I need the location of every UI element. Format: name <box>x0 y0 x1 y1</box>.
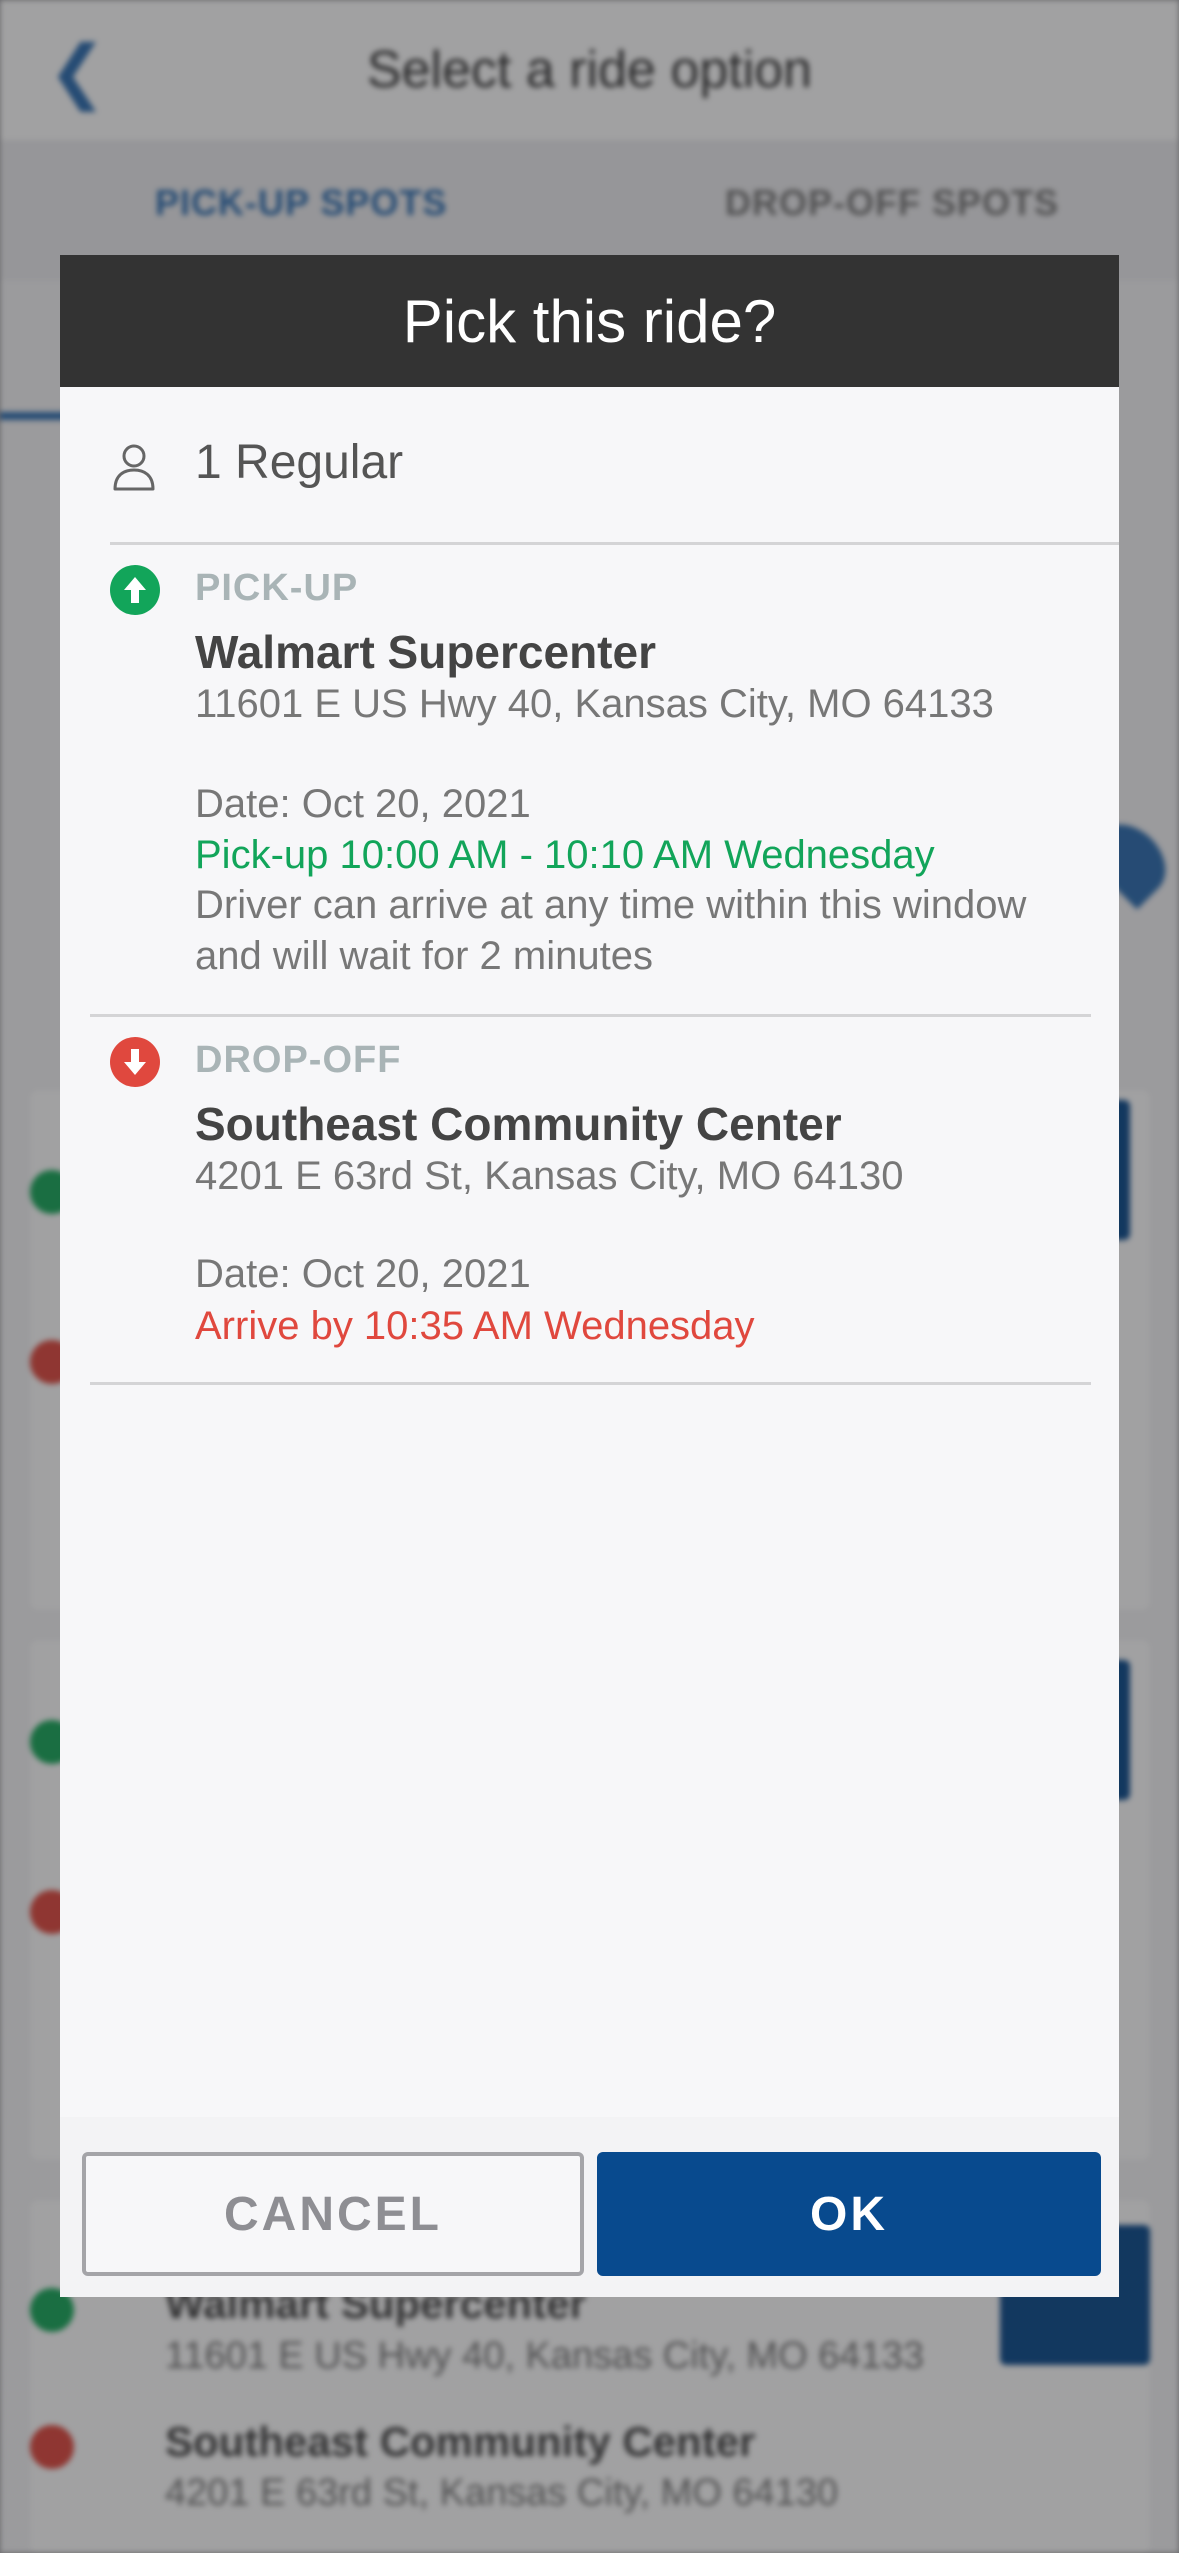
passenger-row: 1 Regular <box>60 387 1119 547</box>
cancel-button[interactable]: CANCEL <box>82 2152 584 2276</box>
dialog-title: Pick this ride? <box>402 287 777 355</box>
person-icon <box>113 444 155 491</box>
pickup-section: PICK-UP Walmart Supercenter 11601 E US H… <box>60 545 1119 1015</box>
dropoff-address: 4201 E 63rd St, Kansas City, MO 64130 <box>195 1154 904 1198</box>
confirm-ride-dialog: Pick this ride? 1 Regular PICK-UP Walmar… <box>60 255 1119 2297</box>
pickup-window: Pick-up 10:00 AM - 10:10 AM Wednesday <box>195 833 935 877</box>
pickup-note: Driver can arrive at any time within thi… <box>195 883 1027 978</box>
pickup-date: Date: Oct 20, 2021 <box>195 782 531 826</box>
ok-button[interactable]: OK <box>597 2152 1101 2276</box>
pickup-address: 11601 E US Hwy 40, Kansas City, MO 64133 <box>195 682 994 726</box>
arrow-up-circle-icon <box>110 565 160 615</box>
dialog-header: Pick this ride? <box>60 255 1119 387</box>
arrow-down-circle-icon <box>110 1037 160 1087</box>
dropoff-window: Arrive by 10:35 AM Wednesday <box>195 1304 755 1348</box>
dropoff-section: DROP-OFF Southeast Community Center 4201… <box>60 1017 1119 1377</box>
dropoff-date: Date: Oct 20, 2021 <box>195 1252 531 1296</box>
dropoff-name: Southeast Community Center <box>195 1098 842 1150</box>
pickup-label: PICK-UP <box>195 567 359 609</box>
dialog-footer: CANCEL OK <box>60 2117 1119 2297</box>
pickup-name: Walmart Supercenter <box>195 626 656 678</box>
divider <box>90 1382 1091 1385</box>
dropoff-label: DROP-OFF <box>195 1039 402 1081</box>
passenger-count: 1 Regular <box>195 436 404 489</box>
